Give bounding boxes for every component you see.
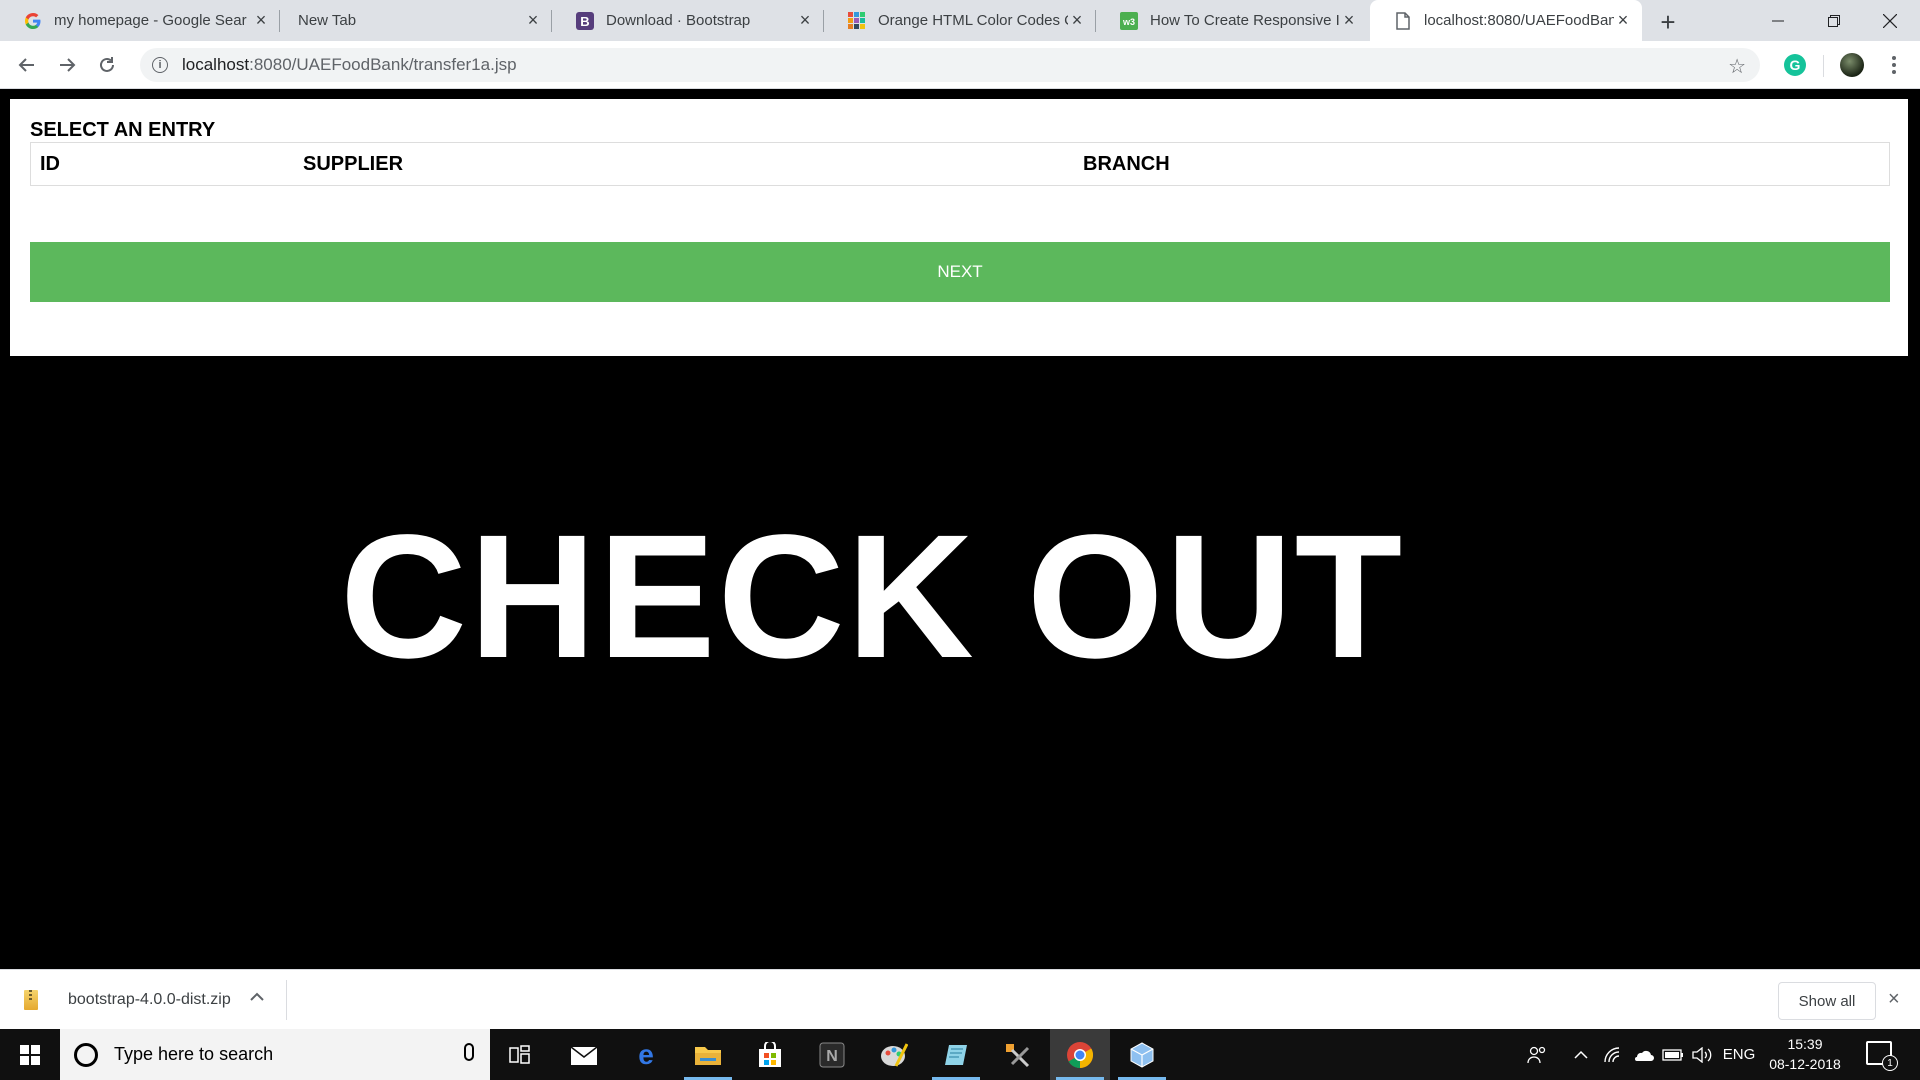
tab-title: Download · Bootstrap bbox=[606, 12, 751, 29]
close-icon[interactable]: × bbox=[524, 10, 542, 30]
netbeans-icon[interactable]: N bbox=[802, 1029, 862, 1080]
microphone-icon[interactable] bbox=[464, 1043, 474, 1061]
color-grid-icon bbox=[848, 11, 866, 30]
tab-w3schools[interactable]: w3 How To Create Responsive In × bbox=[1096, 0, 1368, 41]
close-icon[interactable]: × bbox=[1340, 10, 1358, 30]
google-icon bbox=[24, 12, 42, 30]
tab-orange-colors[interactable]: Orange HTML Color Codes C × bbox=[824, 0, 1096, 41]
paint-icon[interactable] bbox=[864, 1029, 924, 1080]
battery-icon[interactable] bbox=[1658, 1029, 1688, 1080]
start-button[interactable] bbox=[0, 1029, 60, 1080]
close-icon[interactable]: × bbox=[252, 10, 270, 30]
svg-text:B: B bbox=[580, 14, 589, 29]
chevron-up-icon[interactable] bbox=[1568, 1029, 1594, 1080]
download-shelf: bootstrap-4.0.0-dist.zip Show all × bbox=[0, 969, 1920, 1029]
new-tab-button[interactable]: + bbox=[1654, 7, 1682, 37]
edge-icon[interactable]: e bbox=[616, 1029, 676, 1080]
chrome-icon[interactable] bbox=[1050, 1029, 1110, 1080]
header-supplier: SUPPLIER bbox=[303, 153, 404, 175]
panel-title: SELECT AN ENTRY bbox=[30, 119, 216, 141]
wifi-icon[interactable] bbox=[1598, 1029, 1628, 1080]
url-text: localhost:8080/UAEFoodBank/transfer1a.js… bbox=[182, 55, 517, 74]
taskbar: Type here to search e N ENG 15:39 08-12-… bbox=[0, 1029, 1920, 1080]
onedrive-icon[interactable] bbox=[1628, 1029, 1658, 1080]
next-button[interactable]: NEXT bbox=[30, 242, 1890, 302]
close-icon[interactable]: × bbox=[1614, 10, 1632, 30]
close-icon[interactable]: × bbox=[1068, 10, 1086, 30]
windows-icon bbox=[20, 1044, 40, 1065]
minimize-button[interactable] bbox=[1750, 0, 1806, 41]
zip-file-icon bbox=[24, 990, 38, 1010]
reload-button[interactable] bbox=[92, 50, 122, 80]
tab-title: How To Create Responsive In bbox=[1150, 12, 1340, 29]
checkout-heading: CHECK OUT bbox=[340, 499, 1405, 695]
tab-bootstrap[interactable]: B Download · Bootstrap × bbox=[552, 0, 824, 41]
people-icon[interactable] bbox=[1522, 1029, 1552, 1080]
close-window-button[interactable] bbox=[1862, 0, 1918, 41]
svg-text:e: e bbox=[638, 1042, 654, 1068]
tab-title: New Tab bbox=[298, 12, 357, 29]
tab-title: localhost:8080/UAEFoodBan bbox=[1424, 12, 1614, 29]
svg-text:N: N bbox=[826, 1048, 838, 1065]
tab-title: my homepage - Google Sear bbox=[54, 12, 247, 29]
system-clock[interactable]: 15:39 08-12-2018 bbox=[1760, 1034, 1850, 1074]
search-placeholder: Type here to search bbox=[114, 1044, 274, 1064]
notification-count: 1 bbox=[1882, 1055, 1898, 1071]
tab-google[interactable]: my homepage - Google Sear × bbox=[0, 0, 280, 41]
chevron-up-icon[interactable] bbox=[250, 986, 264, 1007]
svg-text:w3: w3 bbox=[1122, 17, 1135, 27]
taskbar-search[interactable]: Type here to search bbox=[60, 1029, 490, 1080]
close-icon[interactable]: × bbox=[796, 10, 814, 30]
task-view-icon[interactable] bbox=[490, 1029, 550, 1080]
tab-title: Orange HTML Color Codes C bbox=[878, 12, 1068, 29]
store-icon[interactable] bbox=[740, 1029, 800, 1080]
profile-avatar[interactable] bbox=[1840, 53, 1864, 77]
file-explorer-icon[interactable] bbox=[678, 1029, 738, 1080]
show-all-button[interactable]: Show all bbox=[1778, 982, 1876, 1020]
download-item[interactable]: bootstrap-4.0.0-dist.zip bbox=[24, 984, 231, 1016]
action-center-icon[interactable]: 1 bbox=[1866, 1041, 1898, 1071]
mail-icon[interactable] bbox=[554, 1029, 614, 1080]
restore-button[interactable] bbox=[1806, 0, 1862, 41]
bootstrap-icon: B bbox=[576, 11, 594, 30]
language-indicator[interactable]: ENG bbox=[1718, 1029, 1760, 1080]
forward-button[interactable] bbox=[52, 50, 82, 80]
cortana-icon bbox=[74, 1042, 98, 1067]
tab-new-tab[interactable]: New Tab × bbox=[280, 0, 552, 41]
clock-date: 08-12-2018 bbox=[1769, 1056, 1841, 1072]
w3schools-icon: w3 bbox=[1120, 11, 1138, 30]
bookmark-star-icon[interactable]: ☆ bbox=[1728, 54, 1746, 79]
page-viewport: SELECT AN ENTRY ID SUPPLIER BRANCH NEXT … bbox=[0, 89, 1920, 969]
info-icon[interactable]: i bbox=[152, 57, 168, 73]
close-icon[interactable]: × bbox=[1888, 988, 1900, 1011]
tab-localhost[interactable]: localhost:8080/UAEFoodBan × bbox=[1370, 0, 1642, 41]
virtualbox-icon[interactable] bbox=[1112, 1029, 1172, 1080]
volume-icon[interactable] bbox=[1688, 1029, 1718, 1080]
entry-panel: SELECT AN ENTRY ID SUPPLIER BRANCH NEXT bbox=[10, 99, 1908, 356]
address-bar[interactable]: i localhost:8080/UAEFoodBank/transfer1a.… bbox=[140, 48, 1760, 82]
back-button[interactable] bbox=[12, 50, 42, 80]
download-filename: bootstrap-4.0.0-dist.zip bbox=[68, 991, 231, 1008]
header-id: ID bbox=[40, 153, 60, 175]
page-icon bbox=[1394, 11, 1412, 30]
notes-app-icon[interactable] bbox=[926, 1029, 986, 1080]
tools-icon[interactable] bbox=[988, 1029, 1048, 1080]
header-branch: BRANCH bbox=[1083, 153, 1170, 175]
browser-toolbar: i localhost:8080/UAEFoodBank/transfer1a.… bbox=[0, 41, 1920, 89]
tab-strip: my homepage - Google Sear × New Tab × B … bbox=[0, 0, 1920, 41]
chrome-menu-icon[interactable] bbox=[1884, 51, 1904, 79]
clock-time: 15:39 bbox=[1787, 1036, 1823, 1052]
grammarly-extension-icon[interactable]: G bbox=[1784, 54, 1806, 76]
entry-table: ID SUPPLIER BRANCH bbox=[30, 142, 1890, 186]
